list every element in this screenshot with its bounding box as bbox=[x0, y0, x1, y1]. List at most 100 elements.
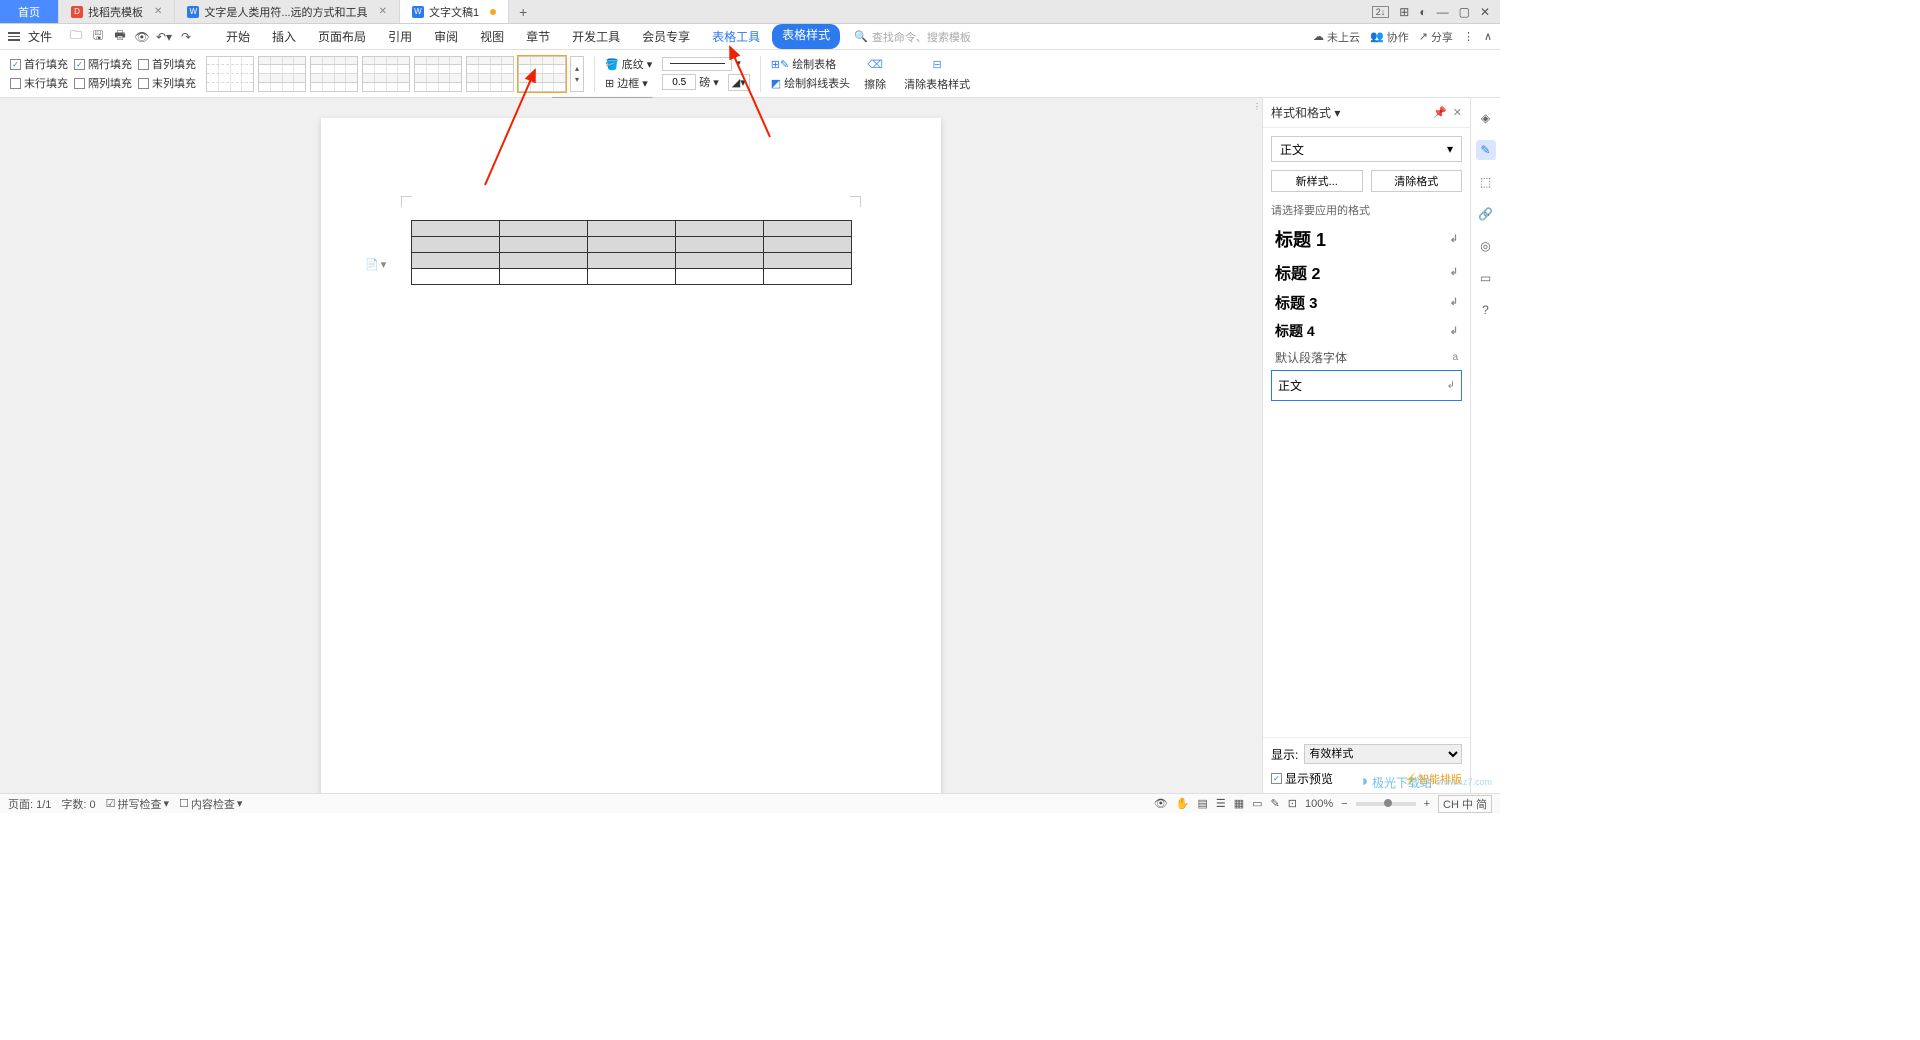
cloud-status[interactable]: ☁未上云 bbox=[1313, 29, 1360, 45]
rail-location-icon[interactable]: ◎ bbox=[1476, 236, 1496, 256]
style-swatch-2[interactable] bbox=[258, 56, 306, 92]
eye-icon[interactable]: 👁 bbox=[1154, 797, 1168, 810]
banded-row-fill[interactable]: 隔行填充 bbox=[74, 56, 132, 72]
close-panel-icon[interactable]: ✕ bbox=[1453, 106, 1462, 119]
style-swatch-4[interactable] bbox=[362, 56, 410, 92]
undo-icon[interactable]: ↶▾ bbox=[156, 29, 172, 45]
zoom-slider[interactable] bbox=[1356, 802, 1416, 806]
maximize-button[interactable]: ▢ bbox=[1459, 5, 1470, 19]
share-button[interactable]: ↗分享 bbox=[1419, 29, 1453, 45]
tab-table-style[interactable]: 表格样式 bbox=[772, 24, 840, 49]
skin-icon[interactable]: ◐ bbox=[1419, 5, 1426, 19]
content-check-toggle[interactable]: ☐ 内容检查 ▾ bbox=[179, 796, 242, 812]
view-page-icon[interactable]: ▤ bbox=[1197, 797, 1207, 810]
view-read-icon[interactable]: ▭ bbox=[1252, 797, 1262, 810]
clear-format-button[interactable]: 清除格式 bbox=[1371, 170, 1463, 192]
hand-icon[interactable]: ✋ bbox=[1176, 797, 1190, 810]
thickness-input[interactable] bbox=[662, 74, 696, 90]
style-swatch-7[interactable] bbox=[518, 56, 566, 92]
shading-button[interactable]: 🪣底纹 ▾ bbox=[605, 56, 652, 72]
view-outline-icon[interactable]: ☰ bbox=[1216, 797, 1226, 810]
zoom-out-button[interactable]: − bbox=[1341, 798, 1347, 810]
style-swatch-1[interactable] bbox=[206, 56, 254, 92]
document-table[interactable] bbox=[411, 220, 852, 285]
eraser-button[interactable]: ⌫擦除 bbox=[860, 56, 890, 92]
tab-table-tools[interactable]: 表格工具 bbox=[702, 24, 770, 49]
paragraph-handle[interactable]: 📄▾ bbox=[365, 258, 386, 271]
tab-start[interactable]: 开始 bbox=[216, 24, 260, 49]
style-swatch-6[interactable] bbox=[466, 56, 514, 92]
banded-col-fill[interactable]: 隔列填充 bbox=[74, 75, 132, 91]
gallery-more-button[interactable]: ▴▾ bbox=[570, 56, 584, 92]
file-menu[interactable]: 文件 bbox=[28, 28, 52, 45]
last-col-fill[interactable]: 末列填充 bbox=[138, 75, 196, 91]
rail-select-icon[interactable]: ⬚ bbox=[1476, 172, 1496, 192]
border-button[interactable]: ⊞边框 ▾ bbox=[605, 75, 652, 91]
pen-color-icon[interactable]: ◢▾ bbox=[728, 74, 750, 91]
open-icon[interactable]: 🗀 bbox=[68, 29, 84, 45]
spellcheck-toggle[interactable]: ☑ 拼写检查 ▾ bbox=[106, 796, 169, 812]
style-swatch-5[interactable] bbox=[414, 56, 462, 92]
style-swatch-3[interactable] bbox=[310, 56, 358, 92]
tab-chapter[interactable]: 章节 bbox=[516, 24, 560, 49]
style-heading4[interactable]: 标题 4↲ bbox=[1271, 317, 1462, 345]
close-icon[interactable]: ✕ bbox=[154, 6, 162, 17]
draw-diagonal-button[interactable]: ◩绘制斜线表头 bbox=[771, 75, 850, 91]
page[interactable]: 📄▾ bbox=[321, 118, 941, 793]
style-default-font[interactable]: 默认段落字体a bbox=[1271, 345, 1462, 370]
first-col-fill[interactable]: 首列填充 bbox=[138, 56, 196, 72]
coop-button[interactable]: 👥协作 bbox=[1370, 29, 1409, 45]
rail-styles-icon[interactable]: ✎ bbox=[1476, 140, 1496, 160]
line-thickness[interactable]: 磅 ▾ ◢▾ bbox=[662, 74, 750, 91]
tab-insert[interactable]: 插入 bbox=[262, 24, 306, 49]
ime-indicator[interactable]: CH 中 简 bbox=[1438, 795, 1492, 813]
rail-book-icon[interactable]: ▭ bbox=[1476, 268, 1496, 288]
tab-pagelayout[interactable]: 页面布局 bbox=[308, 24, 376, 49]
tab-doc2[interactable]: W 文字是人类用符...远的方式和工具✕ bbox=[175, 0, 400, 23]
save-icon[interactable]: 🖫 bbox=[90, 29, 106, 45]
hamburger-icon[interactable] bbox=[8, 32, 20, 41]
zoom-value[interactable]: 100% bbox=[1305, 798, 1333, 810]
edit-mode-icon[interactable]: ✎ bbox=[1271, 797, 1280, 810]
tab-add-button[interactable]: + bbox=[509, 0, 537, 23]
preview-checkbox[interactable]: 显示预览 bbox=[1271, 770, 1333, 787]
word-count[interactable]: 字数: 0 bbox=[61, 796, 95, 812]
minimize-button[interactable]: — bbox=[1437, 5, 1449, 19]
page-indicator[interactable]: 页面: 1/1 bbox=[8, 796, 51, 812]
zoom-in-button[interactable]: + bbox=[1424, 798, 1430, 810]
preview-icon[interactable]: 👁 bbox=[134, 29, 150, 45]
tab-view[interactable]: 视图 bbox=[470, 24, 514, 49]
close-button[interactable]: ✕ bbox=[1480, 5, 1490, 19]
collapse-ribbon-icon[interactable]: ∧ bbox=[1484, 30, 1492, 43]
pin-icon[interactable]: 📌 bbox=[1433, 106, 1447, 119]
tab-doc3[interactable]: W 文字文稿1 bbox=[400, 0, 509, 23]
scroll-options-icon[interactable]: ⋮ bbox=[1253, 102, 1261, 111]
redo-icon[interactable]: ↷ bbox=[178, 29, 194, 45]
current-style-select[interactable]: 正文▾ bbox=[1271, 136, 1462, 162]
style-heading3[interactable]: 标题 3↲ bbox=[1271, 288, 1462, 317]
badge-icon[interactable]: 2↓ bbox=[1372, 6, 1390, 18]
tab-reference[interactable]: 引用 bbox=[378, 24, 422, 49]
clear-style-button[interactable]: ⊟清除表格样式 bbox=[900, 56, 974, 92]
style-heading2[interactable]: 标题 2↲ bbox=[1271, 256, 1462, 288]
style-heading1[interactable]: 标题 1↲ bbox=[1271, 222, 1462, 256]
new-style-button[interactable]: 新样式... bbox=[1271, 170, 1363, 192]
print-icon[interactable]: 🖶 bbox=[112, 29, 128, 45]
line-style-select[interactable]: ▾ bbox=[662, 57, 750, 71]
view-web-icon[interactable]: ▦ bbox=[1234, 797, 1244, 810]
apps-icon[interactable]: ⊞ bbox=[1399, 5, 1409, 19]
fit-icon[interactable]: ⊡ bbox=[1288, 797, 1297, 810]
rail-diamond-icon[interactable]: ◈ bbox=[1476, 108, 1496, 128]
rail-link-icon[interactable]: 🔗 bbox=[1476, 204, 1496, 224]
tab-member[interactable]: 会员专享 bbox=[632, 24, 700, 49]
close-icon[interactable]: ✕ bbox=[379, 6, 387, 17]
tab-devtools[interactable]: 开发工具 bbox=[562, 24, 630, 49]
tab-review[interactable]: 审阅 bbox=[424, 24, 468, 49]
style-body[interactable]: 正文↲ bbox=[1271, 370, 1462, 401]
last-row-fill[interactable]: 末行填充 bbox=[10, 75, 68, 91]
rail-help-icon[interactable]: ? bbox=[1476, 300, 1496, 320]
tab-template[interactable]: D 找稻壳模板✕ bbox=[59, 0, 175, 23]
first-row-fill[interactable]: 首行填充 bbox=[10, 56, 68, 72]
show-select[interactable]: 有效样式 bbox=[1304, 744, 1462, 764]
more-icon[interactable]: ⋮ bbox=[1463, 30, 1474, 43]
